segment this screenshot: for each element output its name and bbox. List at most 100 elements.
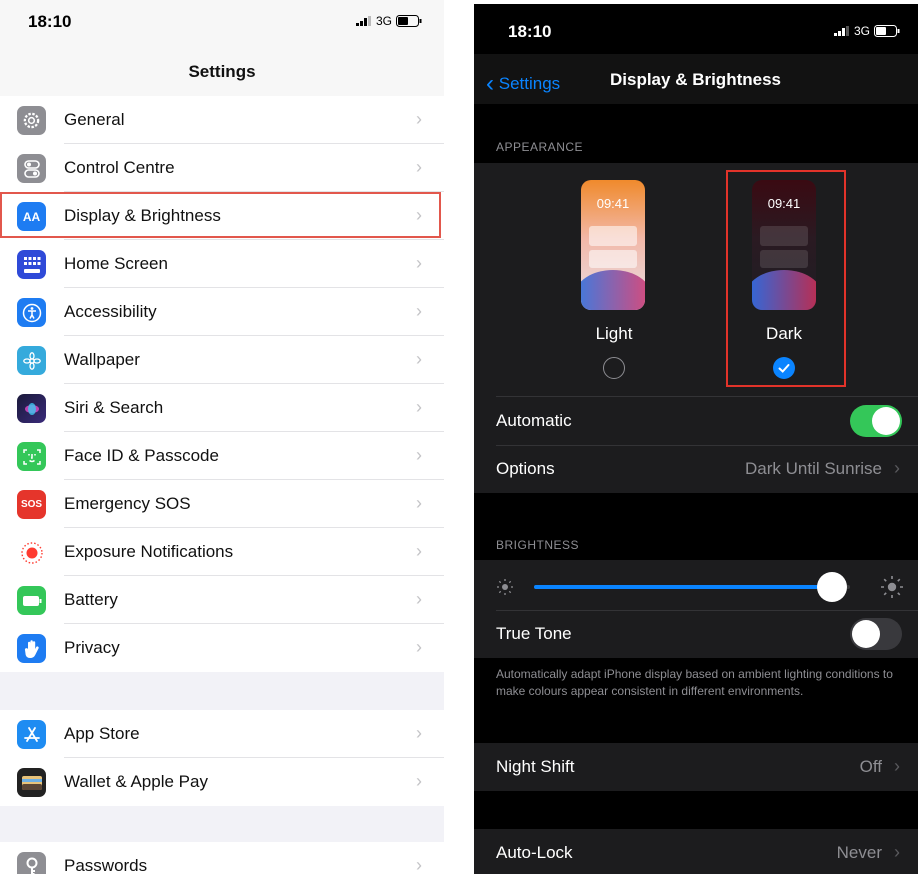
slider-thumb[interactable] — [817, 572, 848, 602]
settings-item-label: Wallet & Apple Pay — [64, 772, 208, 791]
settings-item-privacy[interactable]: Privacy › — [0, 624, 444, 672]
night-shift-card: Night Shift Off › — [474, 743, 918, 791]
back-button[interactable]: ‹ Settings — [486, 68, 561, 97]
options-value: Dark Until Sunrise — [745, 459, 882, 478]
settings-item-battery[interactable]: Battery › — [0, 576, 444, 624]
settings-item-accessibility[interactable]: Accessibility › — [0, 288, 444, 336]
night-shift-row[interactable]: Night Shift Off › — [474, 743, 918, 791]
back-label: Settings — [498, 74, 561, 93]
automatic-options-card: Automatic Options Dark Until Sunrise › — [474, 396, 918, 493]
chevron-right-icon: › — [416, 855, 422, 874]
status-bar: 18:10 3G — [0, 0, 444, 50]
text-size-icon: AA — [17, 202, 46, 231]
chevron-right-icon: › — [416, 349, 422, 369]
status-time: 18:10 — [28, 12, 72, 31]
settings-item-label: Accessibility — [64, 302, 157, 321]
status-icons: 3G — [355, 14, 422, 28]
settings-item-label: Control Centre — [64, 158, 175, 177]
brightness-section-header: BRIGHTNESS — [496, 538, 580, 552]
settings-item-label: App Store — [64, 724, 140, 743]
page-title: Settings — [188, 62, 256, 81]
chevron-right-icon: › — [894, 842, 900, 862]
automatic-row: Automatic — [474, 397, 918, 445]
chevron-right-icon: › — [416, 771, 422, 791]
chevron-right-icon: › — [416, 589, 422, 609]
settings-group-passwords: Passwords › — [0, 842, 444, 874]
light-label: Light — [595, 324, 633, 343]
dark-highlight-box — [726, 170, 846, 387]
appearance-section-header: APPEARANCE — [496, 140, 584, 154]
settings-item-passwords[interactable]: Passwords › — [0, 842, 444, 874]
chevron-right-icon: › — [416, 253, 422, 273]
options-label: Options — [496, 459, 555, 478]
display-brightness-screen-dark: 18:10 3G ‹ Settings Display & Brightness… — [474, 4, 918, 874]
preview-time: 09:41 — [596, 196, 630, 211]
settings-item-siri-search[interactable]: Siri & Search › — [0, 384, 444, 432]
auto-lock-value: Never — [836, 843, 882, 862]
settings-item-app-store[interactable]: App Store › — [0, 710, 444, 758]
settings-item-general[interactable]: General › — [0, 96, 444, 144]
true-tone-toggle[interactable] — [850, 618, 902, 650]
settings-item-home-screen[interactable]: Home Screen › — [0, 240, 444, 288]
settings-item-display-brightness[interactable]: AA Display & Brightness › — [0, 192, 444, 240]
settings-item-label: Wallpaper — [64, 350, 140, 369]
app-store-icon — [17, 720, 46, 749]
navigation-bar: Settings — [0, 50, 444, 97]
true-tone-row: True Tone — [474, 610, 918, 658]
hand-icon — [17, 634, 46, 663]
chevron-left-icon: ‹ — [486, 70, 494, 97]
settings-item-label: Exposure Notifications — [64, 542, 234, 561]
options-row[interactable]: Options Dark Until Sunrise › — [474, 445, 918, 493]
settings-item-label: Privacy — [64, 638, 120, 657]
night-shift-value: Off — [859, 757, 882, 776]
gear-icon — [17, 106, 46, 135]
page-title: Display & Brightness — [610, 70, 781, 89]
chevron-right-icon: › — [894, 756, 900, 776]
chevron-right-icon: › — [416, 301, 422, 321]
appearance-option-light[interactable]: 09:41 Light — [574, 177, 654, 387]
settings-item-wallet[interactable]: Wallet & Apple Pay › — [0, 758, 444, 806]
settings-item-wallpaper[interactable]: Wallpaper › — [0, 336, 444, 384]
sun-large-icon — [881, 576, 903, 598]
automatic-label: Automatic — [496, 411, 572, 430]
status-time: 18:10 — [508, 22, 552, 41]
exposure-icon — [17, 538, 46, 567]
settings-item-label: Face ID & Passcode — [64, 446, 219, 465]
automatic-toggle[interactable] — [850, 405, 902, 437]
settings-screen-light: 18:10 3G Settings General › Control Cent… — [0, 0, 444, 874]
settings-group-main: General › Control Centre › AA Display & … — [0, 96, 444, 672]
network-label: 3G — [375, 14, 392, 28]
appearance-card: 09:41 Light 09:41 Dark — [474, 163, 918, 396]
network-label: 3G — [853, 24, 870, 38]
true-tone-label: True Tone — [496, 624, 572, 643]
settings-item-exposure-notifications[interactable]: Exposure Notifications › — [0, 528, 444, 576]
settings-item-control-centre[interactable]: Control Centre › — [0, 144, 444, 192]
settings-item-face-id[interactable]: Face ID & Passcode › — [0, 432, 444, 480]
light-preview-thumbnail: 09:41 — [581, 180, 645, 310]
settings-item-label: Passwords — [64, 856, 148, 874]
navigation-bar: ‹ Settings Display & Brightness — [474, 54, 918, 104]
settings-item-label: Emergency SOS — [64, 494, 191, 513]
switches-icon — [17, 154, 46, 183]
battery-status-icon — [874, 25, 900, 37]
settings-item-label: Siri & Search — [64, 398, 164, 417]
sos-icon: SOS — [17, 490, 46, 519]
chevron-right-icon: › — [894, 458, 900, 478]
app-grid-icon — [17, 250, 46, 279]
brightness-card: True Tone — [474, 560, 918, 658]
accessibility-icon — [17, 298, 46, 327]
auto-lock-row[interactable]: Auto-Lock Never › — [474, 829, 918, 874]
auto-lock-card: Auto-Lock Never › — [474, 829, 918, 874]
settings-item-emergency-sos[interactable]: SOS Emergency SOS › — [0, 480, 444, 528]
status-icons: 3G — [833, 24, 900, 38]
chevron-right-icon: › — [416, 397, 422, 417]
wallet-icon — [17, 768, 46, 797]
signal-icon — [833, 26, 849, 36]
night-shift-label: Night Shift — [496, 757, 575, 776]
battery-icon — [17, 586, 46, 615]
sun-small-icon — [497, 579, 513, 595]
light-radio-button[interactable] — [603, 357, 625, 379]
settings-group-store: App Store › Wallet & Apple Pay › — [0, 710, 444, 806]
brightness-slider[interactable] — [534, 572, 850, 602]
chevron-right-icon: › — [416, 157, 422, 177]
